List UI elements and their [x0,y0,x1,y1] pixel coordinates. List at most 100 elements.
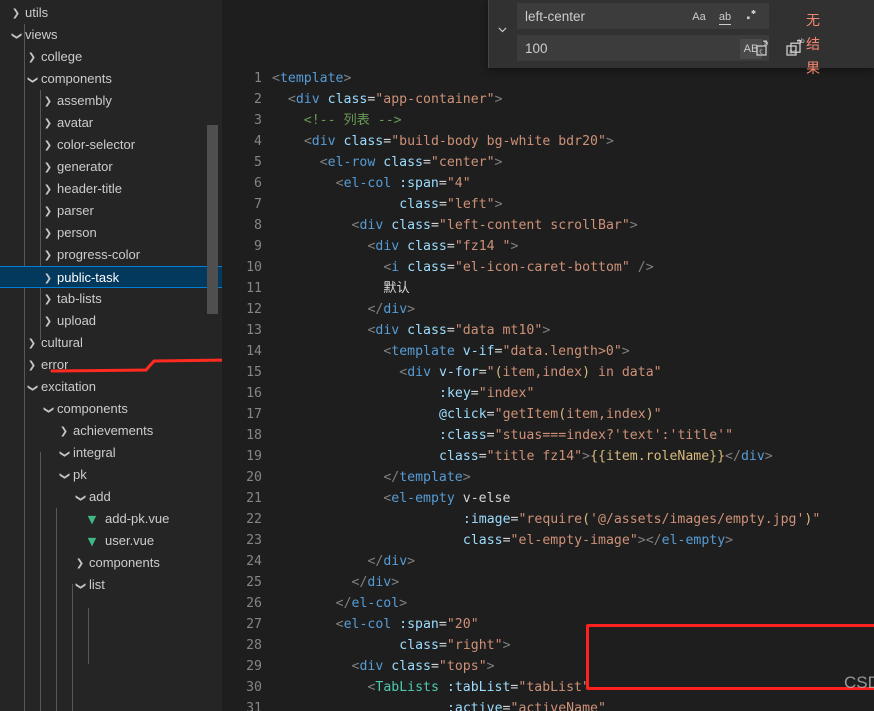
line-number: 18 [246,428,262,443]
code-line[interactable]: 12 </div> [222,299,874,320]
vue-file-icon [84,530,100,552]
chevron-down-icon[interactable] [24,68,40,90]
code-line[interactable]: 29 <div class="tops"> [222,656,874,677]
code-line[interactable]: 30 <TabLists :tabList="tabList" [222,677,874,698]
chevron-right-icon[interactable] [40,178,56,200]
tree-item-list[interactable]: list [0,574,222,596]
code-line[interactable]: 24 </div> [222,551,874,572]
tree-item-integral[interactable]: integral [0,442,222,464]
code-line[interactable]: 31 :active="activeName" [222,698,874,711]
code-line[interactable]: 1 <template> [222,68,874,89]
chevron-right-icon[interactable] [40,244,56,266]
code-line[interactable]: 16 :key="index" [222,383,874,404]
chevron-right-icon[interactable] [40,156,56,178]
chevron-down-icon[interactable] [40,398,56,420]
chevron-right-icon[interactable] [40,288,56,310]
sidebar-scrollbar[interactable] [207,125,218,314]
chevron-down-icon[interactable] [72,574,88,596]
chevron-right-icon[interactable] [8,2,24,24]
code-line[interactable]: 27 <el-col :span="20" [222,614,874,635]
chevron-right-icon[interactable] [40,222,56,244]
find-input[interactable]: left-center Aa ab 无结果 [517,3,820,76]
code-line[interactable]: 11 默认 [222,278,874,299]
tree-item-color-selector[interactable]: color-selector [0,134,222,156]
chevron-right-icon[interactable] [56,420,72,442]
code-line[interactable]: 6 <el-col :span="4" [222,173,874,194]
chevron-right-icon[interactable] [40,200,56,222]
code-line[interactable]: 15 <div v-for="(item,index) in data" [222,362,874,383]
replace-icon[interactable]: c b [753,37,775,59]
chevron-right-icon[interactable] [40,112,56,134]
tree-item-utils[interactable]: utils [0,2,222,24]
code-line[interactable]: 18 :class="stuas===index?'text':'title'" [222,425,874,446]
chevron-right-icon[interactable] [40,310,56,332]
use-regex-icon[interactable] [740,7,762,27]
tree-item-person[interactable]: person [0,222,222,244]
chevron-right-icon[interactable] [40,267,56,289]
tree-item-components[interactable]: components [0,552,222,574]
chevron-right-icon[interactable] [24,46,40,68]
code-line[interactable]: 13 <div class="data mt10"> [222,320,874,341]
tree-item-achievements[interactable]: achievements [0,420,222,442]
code-line[interactable]: 28 class="right"> [222,635,874,656]
tree-item-cultural[interactable]: cultural [0,332,222,354]
code-line[interactable]: 5 <el-row class="center"> [222,152,874,173]
chevron-right-icon[interactable] [40,90,56,112]
chevron-right-icon[interactable] [40,134,56,156]
code-line[interactable]: 4 <div class="build-body bg-white bdr20"… [222,131,874,152]
code-line[interactable]: 26 </el-col> [222,593,874,614]
replace-input[interactable]: 100 AB [517,35,769,61]
tree-item-generator[interactable]: generator [0,156,222,178]
code-editor[interactable]: 1 <template> 2 <div class="app-container">… [222,0,874,711]
code-line[interactable]: 8 <div class="left-content scrollBar"> [222,215,874,236]
tree-item-parser[interactable]: parser [0,200,222,222]
code-line[interactable]: 20 </template> [222,467,874,488]
tree-item-assembly[interactable]: assembly [0,90,222,112]
match-case-icon[interactable]: Aa [688,7,710,27]
tree-item-user-vue[interactable]: user.vue [0,530,222,552]
tree-item-avatar[interactable]: avatar [0,112,222,134]
code-line[interactable]: 25 </div> [222,572,874,593]
code-content[interactable]: 1 <template> 2 <div class="app-container">… [222,68,874,711]
code-line[interactable]: 21 <el-empty v-else [222,488,874,509]
line-number: 25 [246,575,262,590]
tree-item-views[interactable]: views [0,24,222,46]
toggle-replace-chevron-down-icon[interactable] [491,19,513,47]
code-line[interactable]: 14 <template v-if="data.length>0"> [222,341,874,362]
chevron-right-icon[interactable] [72,552,88,574]
code-line[interactable]: 7 class="left"> [222,194,874,215]
code-line[interactable]: 2 <div class="app-container"> [222,89,874,110]
code-line[interactable]: 22 :image="require('@/assets/images/empt… [222,509,874,530]
tree-item-upload[interactable]: upload [0,310,222,332]
tree-item-label: list [89,577,105,592]
code-text: <div v-for="(item,index) in data" [399,365,662,380]
code-line[interactable]: 19 class="title fz14">{{item.roleName}}<… [222,446,874,467]
tree-item-components[interactable]: components [0,68,222,90]
code-line[interactable]: 23 class="el-empty-image"></el-empty> [222,530,874,551]
tree-item-components[interactable]: components [0,398,222,420]
code-line[interactable]: 10 <i class="el-icon-caret-bottom" /> [222,257,874,278]
tree-item-tab-lists[interactable]: tab-lists [0,288,222,310]
tree-item-header-title[interactable]: header-title [0,178,222,200]
replace-all-icon[interactable]: ac ab [785,37,807,59]
chevron-down-icon[interactable] [8,24,24,46]
chevron-down-icon[interactable] [24,376,40,398]
code-line[interactable]: 9 <div class="fz14 "> [222,236,874,257]
match-whole-word-icon[interactable]: ab [714,7,736,27]
tree-item-progress-color[interactable]: progress-color [0,244,222,266]
chevron-down-icon[interactable] [56,464,72,486]
chevron-right-icon[interactable] [24,354,40,376]
tree-item-public-task[interactable]: public-task [0,266,222,288]
code-text: class="title fz14">{{item.roleName}}</di… [439,449,773,464]
tree-item-pk[interactable]: pk [0,464,222,486]
chevron-down-icon[interactable] [72,486,88,508]
tree-item-excitation[interactable]: excitation [0,376,222,398]
tree-item-add[interactable]: add [0,486,222,508]
find-replace-widget[interactable]: left-center Aa ab 无结果 100 AB c b ac ab [488,0,874,76]
tree-item-college[interactable]: college [0,46,222,68]
chevron-down-icon[interactable] [56,442,72,464]
code-line[interactable]: 17 @click="getItem(item,index)" [222,404,874,425]
tree-item-add-pk-vue[interactable]: add-pk.vue [0,508,222,530]
code-line[interactable]: 3 <!-- 列表 --> [222,110,874,131]
chevron-right-icon[interactable] [24,332,40,354]
